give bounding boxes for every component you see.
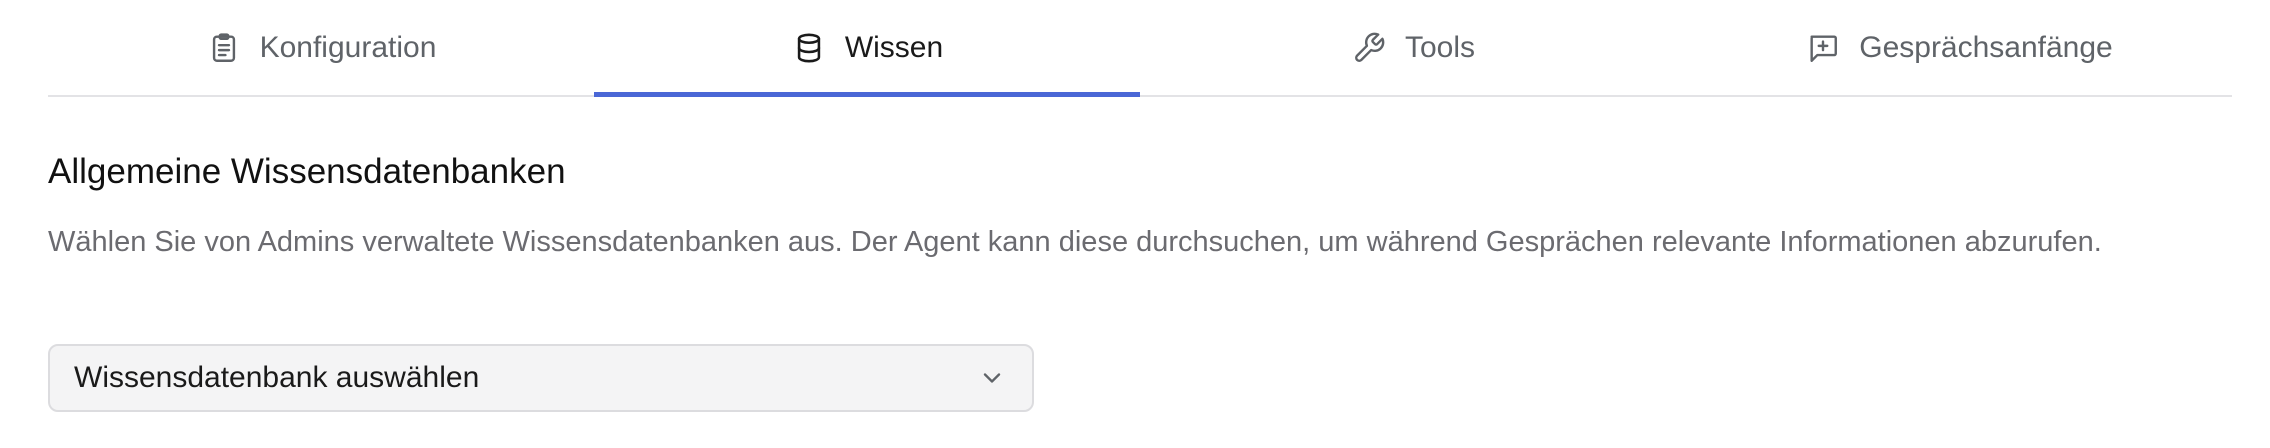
section-title: Allgemeine Wissensdatenbanken <box>48 152 566 191</box>
tab-tools-label: Tools <box>1404 30 1476 64</box>
tab-konfiguration-label: Konfiguration <box>259 30 437 64</box>
tab-gespraechsanfaenge-label: Gesprächsanfänge <box>1859 30 2113 64</box>
tab-gespraechsanfaenge[interactable]: Gesprächsanfänge <box>1686 0 2232 95</box>
section-description: Wählen Sie von Admins verwaltete Wissens… <box>48 226 2102 258</box>
tab-wissen[interactable]: Wissen <box>594 0 1140 97</box>
clipboard-icon <box>206 30 242 66</box>
knowledge-base-select-value: Wissensdatenbank auswählen <box>74 361 480 394</box>
database-icon <box>791 30 827 66</box>
tab-bar: Konfiguration Wissen Tools Gesprächsanfä… <box>48 0 2232 97</box>
message-plus-icon <box>1805 30 1841 66</box>
tab-tools[interactable]: Tools <box>1140 0 1686 95</box>
tab-wissen-label: Wissen <box>844 30 944 64</box>
wrench-icon <box>1351 30 1387 66</box>
chevron-down-icon <box>978 364 1006 392</box>
knowledge-base-select[interactable]: Wissensdatenbank auswählen <box>48 344 1034 412</box>
tab-konfiguration[interactable]: Konfiguration <box>48 0 594 95</box>
